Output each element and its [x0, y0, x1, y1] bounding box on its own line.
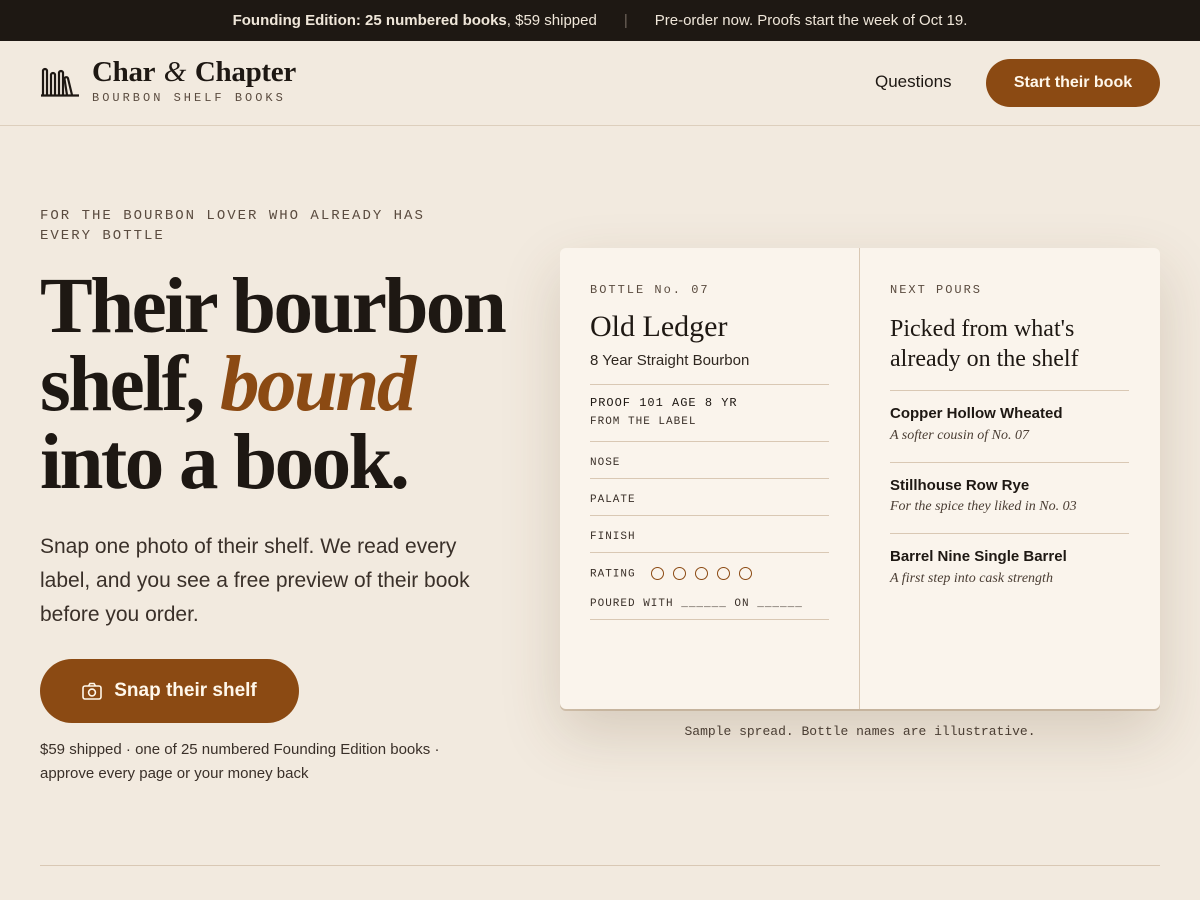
nav-questions-link[interactable]: Questions: [875, 72, 952, 92]
rating-circle: [739, 567, 753, 580]
pick-note: A softer cousin of No. 07: [890, 428, 1029, 443]
spread-left-page: BOTTLE No. 07 Old Ledger 8 Year Straight…: [560, 248, 860, 709]
divider: [890, 533, 1129, 534]
divider: [590, 552, 829, 553]
pick-name: Copper Hollow Wheated: [890, 405, 1063, 422]
pick-name: Stillhouse Row Rye: [890, 477, 1030, 494]
section-divider: [40, 865, 1160, 866]
rating-circle: [651, 567, 665, 580]
poured-with-field: POURED WITH ______ ON ______: [590, 598, 803, 610]
divider: [890, 462, 1129, 463]
spread-right-page: NEXT POURS Picked from what's already on…: [860, 248, 1160, 709]
announcement-price: , $59 shipped: [506, 12, 597, 29]
bottle-type: 8 Year Straight Bourbon: [590, 352, 750, 369]
headline-line2: shelf,: [40, 341, 220, 428]
brand-tagline: BOURBON SHELF BOOKS: [92, 91, 286, 105]
brand[interactable]: Char & Chapter BOURBON SHELF BOOKS: [92, 55, 296, 105]
from-the-label: FROM THE LABEL: [590, 416, 697, 428]
rating-label: RATING: [590, 568, 636, 581]
start-book-button[interactable]: Start their book: [986, 59, 1160, 107]
rating-field: RATING: [590, 567, 753, 581]
announcement-divider: |: [623, 12, 628, 29]
snap-shelf-label: Snap their shelf: [114, 680, 257, 701]
hero-fineprint: $59 shipped · one of 25 numbered Foundin…: [40, 741, 440, 782]
spread-caption: Sample spread. Bottle names are illustra…: [684, 724, 1036, 739]
hero-headline: Their bourbon shelf, bound into a book.: [40, 267, 540, 502]
palate-field: PALATE: [590, 494, 636, 506]
hero-subcopy: Snap one photo of their shelf. We read e…: [40, 535, 470, 626]
announcement-preorder: Pre-order now. Proofs start the week of …: [654, 12, 968, 29]
divider: [590, 441, 829, 442]
pick-name: Barrel Nine Single Barrel: [890, 548, 1067, 565]
bottle-number: BOTTLE No. 07: [590, 283, 710, 297]
bottle-name: Old Ledger: [590, 310, 728, 343]
brand-name-part1: Char: [92, 56, 155, 88]
next-pours-label: NEXT POURS: [890, 283, 983, 297]
sample-book-spread: BOTTLE No. 07 Old Ledger 8 Year Straight…: [560, 248, 1160, 709]
headline-accent: bound: [220, 341, 416, 428]
books-icon: [41, 67, 79, 97]
divider: [590, 384, 829, 385]
nose-field: NOSE: [590, 457, 621, 469]
camera-icon: [82, 682, 103, 700]
snap-shelf-button[interactable]: Snap their shelf: [40, 659, 299, 723]
rating-circle: [717, 567, 731, 580]
next-pours-title: Picked from what's already on the shelf: [890, 316, 1079, 372]
pick-note: For the spice they liked in No. 03: [890, 499, 1077, 514]
rating-circle: [695, 567, 709, 580]
brand-name: Char & Chapter: [92, 55, 296, 89]
headline-line1: Their bourbon: [40, 263, 507, 350]
divider: [590, 515, 829, 516]
headline-line3: into a book.: [40, 419, 410, 506]
divider: [590, 619, 829, 620]
finish-field: FINISH: [590, 531, 636, 543]
brand-name-part2: Chapter: [194, 56, 296, 88]
announcement-edition: Founding Edition: 25 numbered books: [232, 12, 507, 29]
announcement-bar: Founding Edition: 25 numbered books , $5…: [0, 0, 1200, 41]
hero-eyebrow: FOR THE BOURBON LOVER WHO ALREADY HAS EV…: [40, 208, 425, 244]
rating-circle: [673, 567, 687, 580]
brand-ampersand: &: [163, 56, 187, 88]
divider: [890, 390, 1129, 391]
proof-age: PROOF 101 AGE 8 YR: [590, 396, 738, 410]
divider: [590, 478, 829, 479]
pick-note: A first step into cask strength: [890, 571, 1053, 586]
rating-circles: [651, 567, 753, 580]
site-header: Char & Chapter BOURBON SHELF BOOKS Quest…: [0, 41, 1200, 126]
